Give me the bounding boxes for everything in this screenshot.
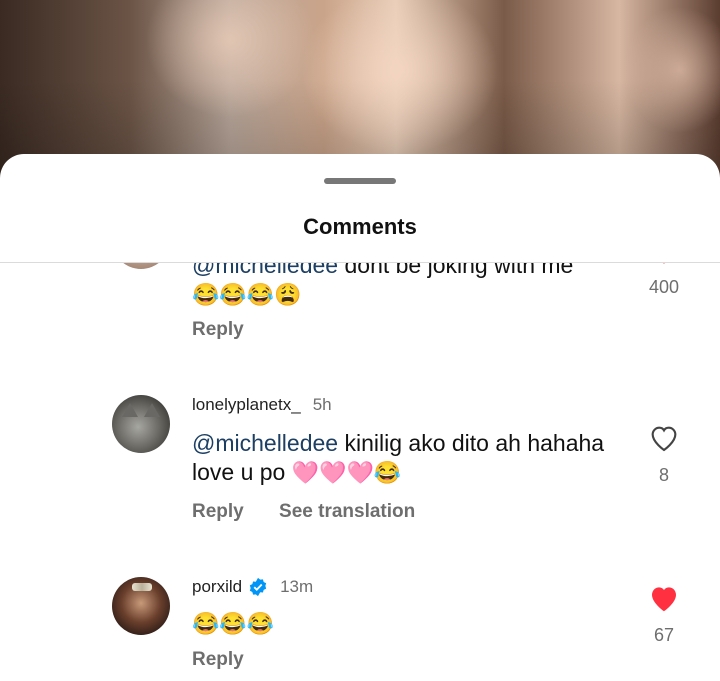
mention-link[interactable]: @michelledee [192, 263, 338, 278]
emoji-group: 🩷🩷🩷😂 [291, 460, 402, 485]
comment-actions: Reply [192, 319, 274, 341]
comment-actions: Reply [192, 649, 274, 671]
sheet-title: Comments [303, 214, 417, 239]
like-button[interactable]: 67 [644, 583, 684, 646]
heart-outline-icon [651, 426, 677, 452]
comment-header: porxild 13m [192, 577, 313, 597]
comments-list[interactable]: @michelledee dont be joking with me 😂😂😂😩… [0, 263, 720, 681]
timestamp: 5h [312, 395, 332, 414]
verified-badge-icon [249, 577, 267, 597]
comment-header: lonelyplanetx_ 5h [192, 395, 332, 415]
like-button[interactable]: 8 [644, 423, 684, 486]
like-count: 67 [653, 625, 675, 645]
timestamp: 13m [280, 577, 314, 596]
like-count: 400 [648, 277, 680, 297]
heart-filled-icon [652, 587, 676, 612]
reply-button[interactable]: Reply [192, 319, 244, 340]
like-count: 8 [658, 465, 669, 485]
heart-filled-icon [663, 263, 665, 264]
username[interactable]: lonelyplanetx_ [192, 395, 301, 415]
avatar[interactable] [112, 395, 170, 453]
emoji-group: 😂😂😂😩 [192, 282, 302, 307]
drag-handle[interactable] [324, 178, 396, 184]
emoji-group: 😂😂😂 [192, 611, 275, 636]
comment-body: dont be joking with me [338, 263, 574, 278]
reply-button[interactable]: Reply [192, 649, 244, 670]
avatar[interactable] [112, 263, 170, 269]
comment-actions: Reply See translation [192, 501, 445, 523]
comments-sheet: Comments @michelledee dont be joking wit… [0, 154, 720, 681]
like-button[interactable]: 400 [644, 263, 684, 298]
username[interactable]: porxild [192, 577, 242, 597]
see-translation-button[interactable]: See translation [279, 501, 415, 522]
comment-text: @michelledee dont be joking with me 😂😂😂😩 [192, 263, 632, 309]
comment-text: @michelledee kinilig ako dito ah hahaha … [192, 429, 632, 487]
comment-text: 😂😂😂 [192, 609, 632, 638]
mention-link[interactable]: @michelledee [192, 430, 338, 456]
reply-button[interactable]: Reply [192, 501, 244, 522]
avatar[interactable] [112, 577, 170, 635]
